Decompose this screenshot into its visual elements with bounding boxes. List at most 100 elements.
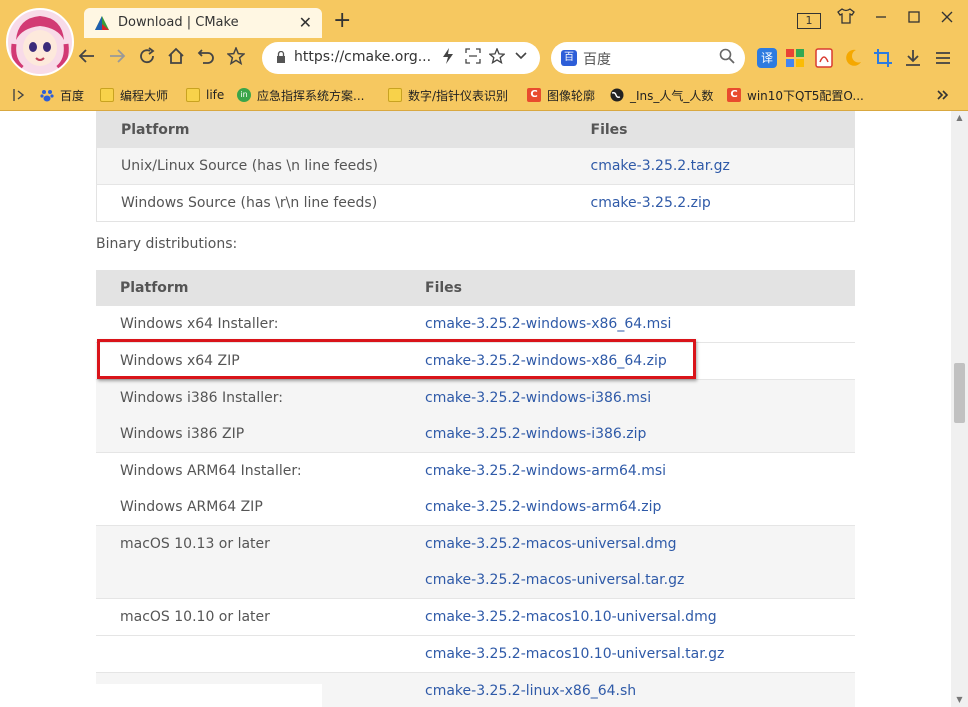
- download-link[interactable]: cmake-3.25.2-macos10.10-universal.tar.gz: [425, 646, 724, 662]
- menu-icon[interactable]: [933, 48, 953, 68]
- bookmark-label: life: [206, 88, 225, 102]
- home-icon[interactable]: [163, 45, 189, 71]
- platform-cell: Unix/Linux Source (has \n line feeds): [96, 148, 567, 185]
- address-url: https://cmake.org...: [294, 49, 432, 65]
- browser-tab-active[interactable]: Download | CMake ✕: [84, 8, 322, 38]
- bookmark-label: 应急指挥系统方案...: [257, 88, 365, 103]
- column-header: Platform: [96, 111, 567, 148]
- tab-title: Download | CMake: [118, 15, 239, 30]
- maximize-icon[interactable]: [901, 8, 927, 30]
- download-link[interactable]: cmake-3.25.2.zip: [591, 195, 711, 211]
- bookmark-folder[interactable]: life: [186, 86, 224, 104]
- download-link[interactable]: cmake-3.25.2.tar.gz: [591, 158, 730, 174]
- lock-icon: [277, 51, 285, 63]
- minimize-icon[interactable]: [868, 8, 894, 30]
- download-link[interactable]: cmake-3.25.2-linux-x86_64.sh: [425, 683, 636, 699]
- download-link[interactable]: cmake-3.25.2-macos-universal.dmg: [425, 536, 677, 552]
- platform-cell: Windows ARM64 ZIP: [120, 499, 263, 515]
- page-content: Platform Files Unix/Linux Source (has \n…: [0, 111, 951, 707]
- tab-close-icon[interactable]: ✕: [299, 13, 312, 32]
- close-window-icon[interactable]: [934, 8, 960, 30]
- bookmark-item[interactable]: _Ins_人气_人数: [610, 86, 713, 104]
- search-input[interactable]: 百度: [583, 49, 611, 69]
- binary-downloads-table: Platform Files Windows x64 Installer: cm…: [96, 270, 855, 707]
- folder-icon: [100, 88, 114, 102]
- folder-icon: [388, 88, 402, 102]
- translate-extension-icon[interactable]: 译: [757, 48, 777, 68]
- back-icon[interactable]: [74, 45, 100, 71]
- skin-shirt-icon[interactable]: [833, 8, 859, 30]
- platform-cell: macOS 10.13 or later: [96, 525, 401, 562]
- bookmark-item[interactable]: 百度: [40, 86, 84, 104]
- bookmark-folder[interactable]: 编程大师: [100, 86, 168, 104]
- bookmark-label: 图像轮廓: [547, 88, 596, 103]
- screenshot-icon[interactable]: [465, 48, 481, 68]
- bookmark-label: win10下QT5配置O...: [747, 88, 864, 103]
- translate-label: 译: [760, 51, 773, 65]
- address-bar[interactable]: https://cmake.org...: [262, 42, 540, 74]
- bookmark-item[interactable]: C win10下QT5配置O...: [727, 86, 864, 104]
- table-row: Windows i386 ZIP cmake-3.25.2-windows-i3…: [96, 416, 855, 453]
- whiteout-overlay: [0, 684, 322, 707]
- badge-icon[interactable]: 1: [796, 8, 822, 30]
- table-row: macOS 10.10 or later cmake-3.25.2-macos1…: [96, 598, 855, 636]
- bookmarks-overflow-icon[interactable]: [936, 86, 950, 104]
- platform-cell: Windows ARM64 Installer:: [96, 452, 401, 489]
- highlight-box: [97, 339, 696, 379]
- scroll-up-arrow-icon[interactable]: ▲: [951, 113, 968, 123]
- table-row: macOS 10.13 or later cmake-3.25.2-macos-…: [96, 525, 855, 562]
- new-tab-button[interactable]: +: [333, 10, 351, 32]
- download-link[interactable]: cmake-3.25.2-macos10.10-universal.dmg: [425, 609, 717, 625]
- table-row: Windows ARM64 ZIP cmake-3.25.2-windows-a…: [96, 489, 855, 526]
- column-header: Files: [401, 270, 855, 306]
- download-link[interactable]: cmake-3.25.2-macos-universal.tar.gz: [425, 572, 684, 588]
- search-box[interactable]: 百 百度: [551, 42, 745, 74]
- forward-icon[interactable]: [104, 45, 130, 71]
- bookmark-item[interactable]: in 应急指挥系统方案...: [237, 86, 364, 104]
- download-link[interactable]: cmake-3.25.2-windows-i386.msi: [425, 390, 651, 406]
- csdn-icon: C: [727, 88, 741, 102]
- vertical-scrollbar[interactable]: ▲ ▼: [951, 111, 968, 707]
- platform-cell: Windows i386 Installer:: [96, 379, 401, 416]
- chevron-down-icon[interactable]: [514, 48, 528, 66]
- lightning-icon[interactable]: [442, 48, 454, 68]
- download-link[interactable]: cmake-3.25.2-windows-arm64.zip: [425, 499, 661, 515]
- undo-icon[interactable]: [193, 45, 219, 71]
- bookmark-item[interactable]: C 图像轮廓: [527, 86, 595, 104]
- reload-icon[interactable]: [134, 45, 160, 71]
- source-downloads-table: Platform Files Unix/Linux Source (has \n…: [96, 111, 855, 222]
- table-header: Platform Files: [96, 270, 855, 306]
- platform-cell: Windows Source (has \r\n line feeds): [96, 184, 567, 222]
- table-row: Unix/Linux Source (has \n line feeds) cm…: [96, 148, 855, 185]
- column-header: Platform: [96, 270, 401, 306]
- favorite-star-icon[interactable]: [223, 45, 249, 71]
- night-mode-icon[interactable]: [843, 48, 863, 68]
- table-row: Windows x64 Installer: cmake-3.25.2-wind…: [96, 306, 855, 343]
- platform-cell: Windows i386 ZIP: [96, 416, 401, 453]
- in-icon: in: [237, 88, 251, 102]
- bookmark-label: 百度: [60, 88, 85, 103]
- binary-distributions-label: Binary distributions:: [96, 236, 238, 252]
- baidu-paw-icon: [40, 90, 54, 102]
- download-icon[interactable]: [903, 48, 923, 68]
- download-link[interactable]: cmake-3.25.2-windows-x86_64.msi: [425, 316, 671, 332]
- avatar-icon: [8, 10, 72, 74]
- scrollbar-thumb[interactable]: [954, 363, 965, 423]
- pdf-extension-icon[interactable]: [814, 48, 834, 68]
- platform-cell: macOS 10.10 or later: [96, 598, 401, 636]
- search-icon[interactable]: [719, 48, 735, 68]
- platform-cell: Windows x64 Installer:: [120, 316, 279, 332]
- bookmark-folder[interactable]: 数字/指针仪表识别: [388, 86, 508, 104]
- crop-icon[interactable]: [873, 48, 893, 68]
- table-row: cmake-3.25.2-macos10.10-universal.tar.gz: [96, 635, 855, 673]
- apps-grid-icon[interactable]: [785, 48, 805, 68]
- folder-icon: [186, 88, 200, 102]
- download-link[interactable]: cmake-3.25.2-windows-arm64.msi: [425, 463, 666, 479]
- download-link[interactable]: cmake-3.25.2-windows-i386.zip: [425, 426, 646, 442]
- user-avatar[interactable]: [6, 8, 74, 76]
- csdn-icon: C: [527, 88, 541, 102]
- bookmarks-toggle-icon[interactable]: [12, 86, 26, 104]
- table-header: Platform Files: [96, 111, 855, 148]
- bookmark-star-icon[interactable]: [488, 47, 506, 68]
- scroll-down-arrow-icon[interactable]: ▼: [951, 695, 968, 705]
